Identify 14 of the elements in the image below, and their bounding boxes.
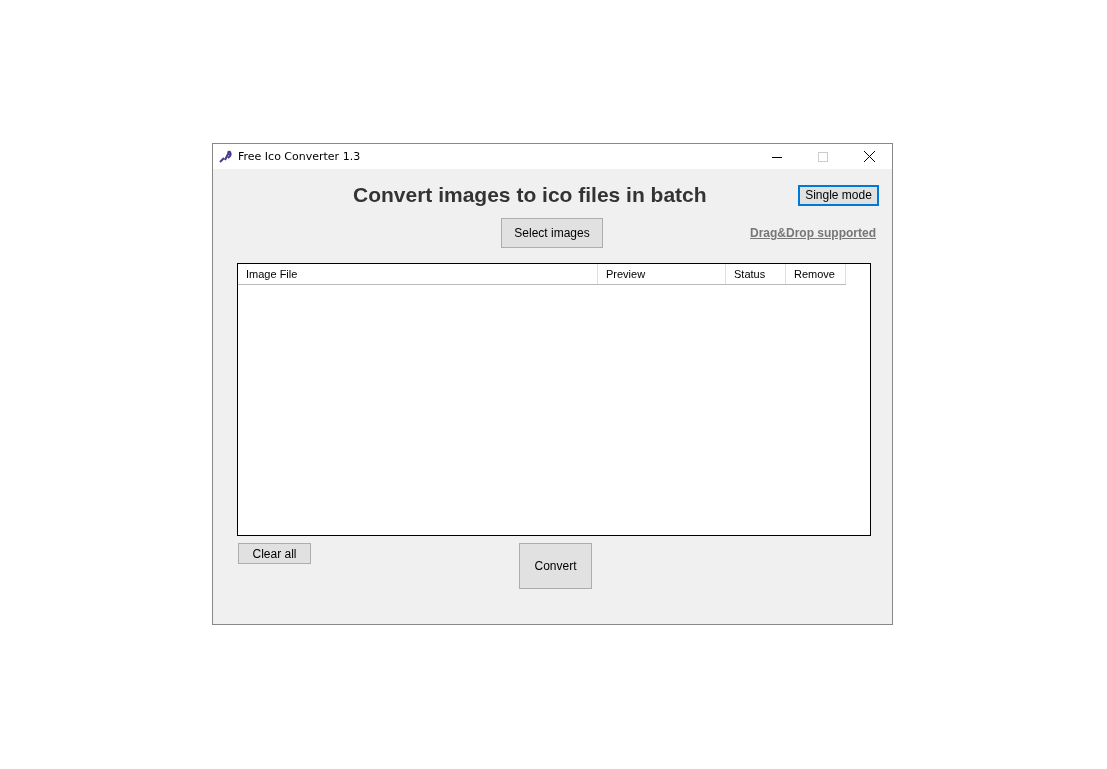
clear-all-button[interactable]: Clear all — [238, 543, 311, 564]
convert-button[interactable]: Convert — [519, 543, 592, 589]
column-header[interactable]: Status — [726, 264, 786, 284]
column-header[interactable]: Remove — [786, 264, 846, 284]
column-header[interactable]: Preview — [598, 264, 726, 284]
select-images-button[interactable]: Select images — [501, 218, 603, 248]
close-icon — [863, 151, 875, 162]
column-header[interactable]: Image File — [238, 264, 598, 284]
drag-drop-note: Drag&Drop supported — [750, 226, 876, 240]
window-title: Free Ico Converter 1.3 — [238, 150, 361, 163]
single-mode-button[interactable]: Single mode — [798, 184, 879, 206]
maximize-icon — [818, 151, 828, 162]
app-icon — [218, 148, 234, 165]
heading: Convert images to ico files in batch — [353, 183, 708, 207]
